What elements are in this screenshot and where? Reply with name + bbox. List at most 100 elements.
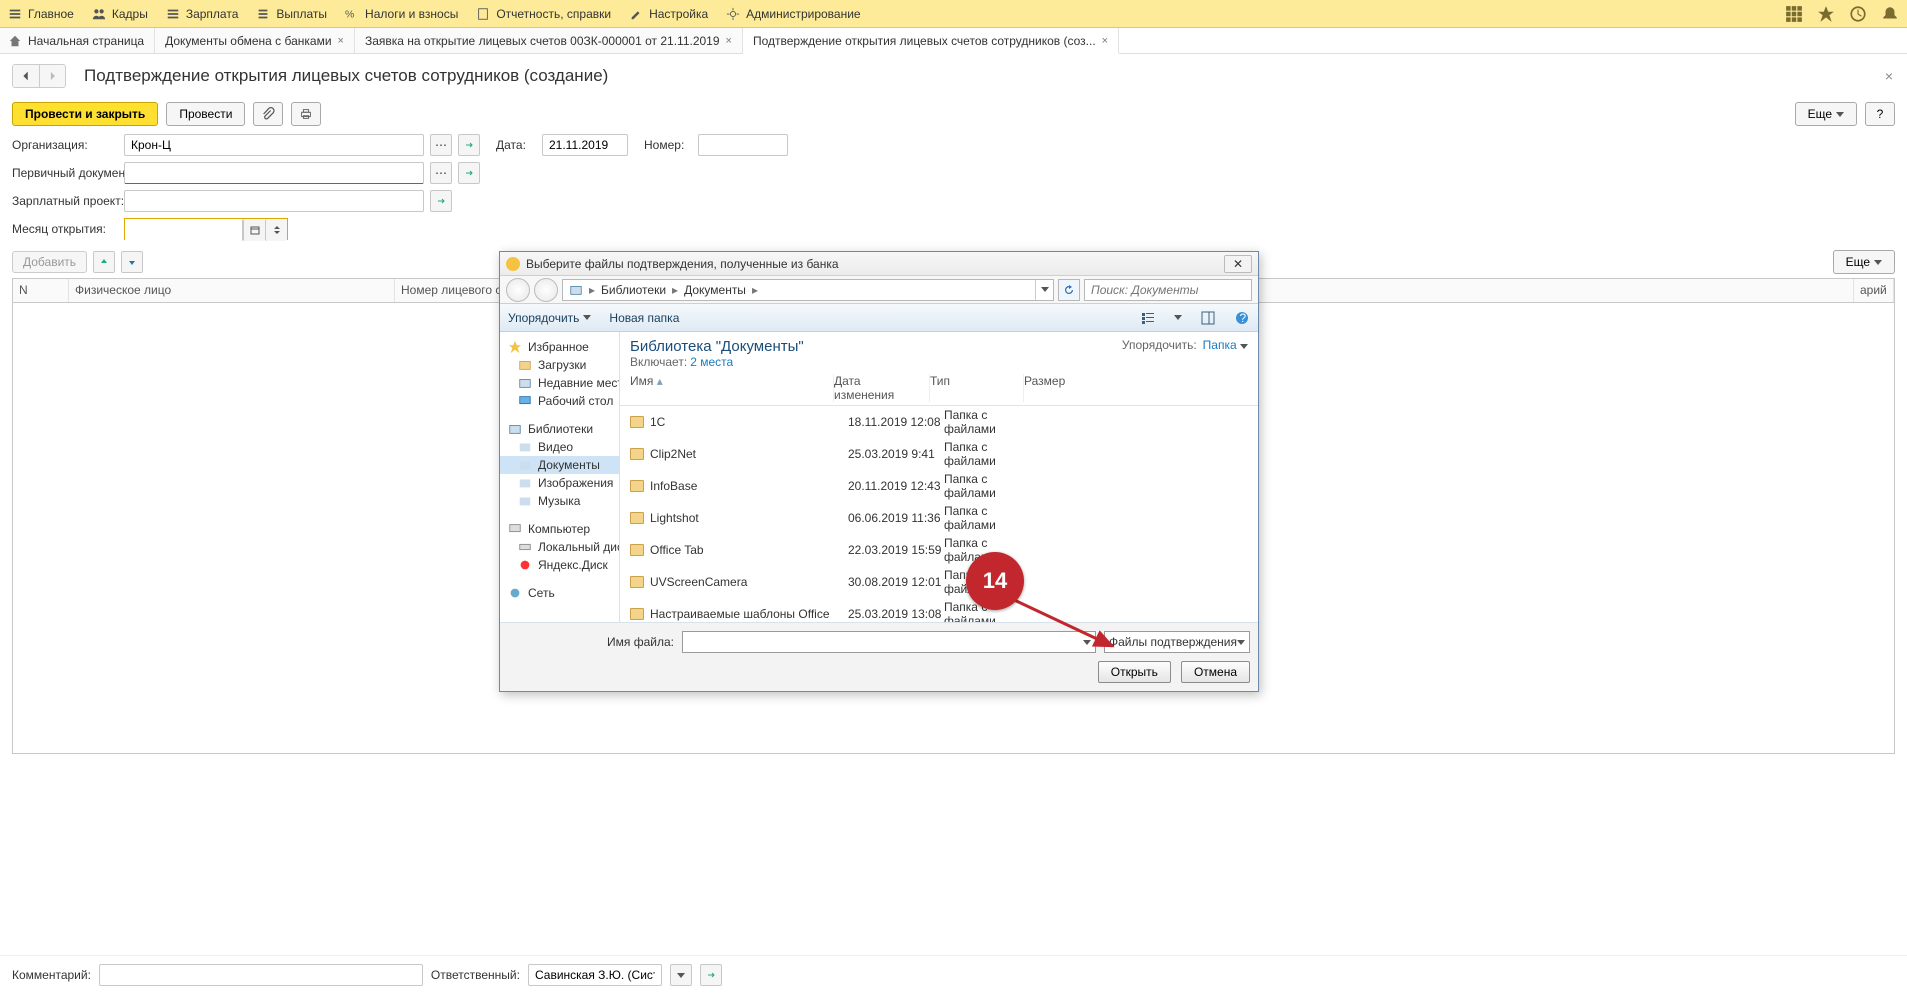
menu-taxes[interactable]: %Налоги и взносы (345, 7, 458, 21)
org-select-button[interactable]: ⋯ (430, 134, 452, 156)
tree-network[interactable]: Сеть (500, 584, 619, 602)
date-field[interactable] (542, 134, 628, 156)
locations-link[interactable]: 2 места (690, 355, 733, 369)
sort-mode[interactable]: Папка (1203, 338, 1248, 352)
month-label: Месяц открытия: (12, 222, 118, 236)
view-mode-icon[interactable] (1140, 310, 1156, 326)
tab-confirmation[interactable]: Подтверждение открытия лицевых счетов со… (743, 28, 1119, 54)
primarydoc-field[interactable] (124, 162, 424, 184)
project-field[interactable] (124, 190, 424, 212)
file-list[interactable]: 1C18.11.2019 12:08Папка с файламиClip2Ne… (620, 406, 1258, 622)
month-field[interactable] (125, 219, 243, 241)
help-button[interactable]: ? (1865, 102, 1895, 126)
breadcrumb[interactable]: ▸ Библиотеки ▸ Документы ▸ (562, 279, 1054, 301)
tree-documents[interactable]: Документы (500, 456, 619, 474)
bell-icon[interactable] (1881, 5, 1899, 23)
star-icon[interactable] (1817, 5, 1835, 23)
file-list-header[interactable]: Имя ▴ Дата изменения Тип Размер (620, 371, 1258, 406)
comment-label: Комментарий: (12, 968, 91, 982)
comment-field[interactable] (99, 964, 423, 986)
nav-fwd-button[interactable] (39, 65, 65, 87)
page-close-icon[interactable]: × (1885, 68, 1893, 84)
col-type[interactable]: Тип (930, 374, 1024, 402)
refresh-button[interactable] (1058, 279, 1080, 301)
dialog-help-icon[interactable]: ? (1234, 310, 1250, 326)
apps-icon[interactable] (1785, 5, 1803, 23)
dialog-close-button[interactable]: ✕ (1224, 255, 1252, 273)
project-open-button[interactable] (430, 190, 452, 212)
print-button[interactable] (291, 102, 321, 126)
menu-personnel[interactable]: Кадры (92, 7, 148, 21)
responsible-open-button[interactable] (700, 964, 722, 986)
primarydoc-select-button[interactable]: ⋯ (430, 162, 452, 184)
menu-settings[interactable]: Настройка (629, 7, 708, 21)
post-button[interactable]: Провести (166, 102, 245, 126)
open-button[interactable]: Открыть (1098, 661, 1171, 683)
col-name[interactable]: Имя ▴ (630, 374, 834, 402)
file-row[interactable]: Lightshot06.06.2019 11:36Папка с файлами (620, 502, 1258, 534)
filename-field[interactable] (682, 631, 1096, 653)
menu-payouts[interactable]: Выплаты (256, 7, 327, 21)
menu-burger[interactable]: Главное (8, 7, 74, 21)
file-row[interactable]: Office Tab22.03.2019 15:59Папка с файлам… (620, 534, 1258, 566)
tree-computer[interactable]: Компьютер (500, 520, 619, 538)
crumb-dropdown[interactable] (1035, 280, 1053, 300)
primarydoc-open-button[interactable] (458, 162, 480, 184)
file-row[interactable]: UVScreenCamera30.08.2019 12:01Папка с фа… (620, 566, 1258, 598)
col-comment-tail[interactable]: арий (1854, 279, 1894, 302)
tab-exchange-docs[interactable]: Документы обмена с банками× (155, 28, 355, 53)
close-icon[interactable]: × (726, 35, 732, 47)
tree-downloads[interactable]: Загрузки (500, 356, 619, 374)
tree-desktop[interactable]: Рабочий стол (500, 392, 619, 410)
tree-images[interactable]: Изображения (500, 474, 619, 492)
tree-libraries[interactable]: Библиотеки (500, 420, 619, 438)
menu-reports[interactable]: Отчетность, справки (476, 7, 611, 21)
move-down-button[interactable] (121, 251, 143, 273)
move-up-button[interactable] (93, 251, 115, 273)
filetype-filter[interactable]: Файлы подтверждения из бан (1104, 631, 1250, 653)
attach-button[interactable] (253, 102, 283, 126)
menu-main[interactable]: Главное (28, 7, 74, 21)
file-row[interactable]: Настраиваемые шаблоны Office25.03.2019 1… (620, 598, 1258, 622)
nav-back[interactable] (506, 278, 530, 302)
org-field[interactable] (124, 134, 424, 156)
organize-button[interactable]: Упорядочить (508, 311, 591, 325)
folder-tree[interactable]: Избранное Загрузки Недавние места Рабочи… (500, 332, 620, 622)
col-person[interactable]: Физическое лицо (69, 279, 395, 302)
preview-pane-icon[interactable] (1200, 310, 1216, 326)
month-spin-button[interactable] (265, 219, 287, 241)
col-date[interactable]: Дата изменения (834, 374, 930, 402)
number-field[interactable] (698, 134, 788, 156)
tree-recent[interactable]: Недавние места (500, 374, 619, 392)
history-icon[interactable] (1849, 5, 1867, 23)
post-and-close-button[interactable]: Провести и закрыть (12, 102, 158, 126)
tree-localdisk[interactable]: Локальный диск (C (500, 538, 619, 556)
col-n[interactable]: N (13, 279, 69, 302)
file-row[interactable]: 1C18.11.2019 12:08Папка с файлами (620, 406, 1258, 438)
nav-forward[interactable] (534, 278, 558, 302)
nav-back-button[interactable] (13, 65, 39, 87)
file-row[interactable]: Clip2Net25.03.2019 9:41Папка с файлами (620, 438, 1258, 470)
org-open-button[interactable] (458, 134, 480, 156)
file-row[interactable]: InfoBase20.11.2019 12:43Папка с файлами (620, 470, 1258, 502)
cancel-button[interactable]: Отмена (1181, 661, 1250, 683)
new-folder-button[interactable]: Новая папка (609, 311, 679, 325)
dialog-search[interactable] (1084, 279, 1252, 301)
dialog-titlebar[interactable]: Выберите файлы подтверждения, полученные… (500, 252, 1258, 276)
table-more-button[interactable]: Еще (1833, 250, 1895, 274)
close-icon[interactable]: × (1102, 35, 1108, 47)
responsible-field[interactable] (528, 964, 662, 986)
tree-music[interactable]: Музыка (500, 492, 619, 510)
tree-yandexdisk[interactable]: Яндекс.Диск (500, 556, 619, 574)
more-button[interactable]: Еще (1795, 102, 1857, 126)
menu-salary[interactable]: Зарплата (166, 7, 239, 21)
tree-video[interactable]: Видео (500, 438, 619, 456)
close-icon[interactable]: × (338, 35, 344, 47)
col-size[interactable]: Размер (1024, 374, 1248, 402)
tab-request[interactable]: Заявка на открытие лицевых счетов 00ЗК-0… (355, 28, 743, 53)
month-calendar-button[interactable] (243, 219, 265, 241)
tree-favorites[interactable]: Избранное (500, 338, 619, 356)
menu-admin[interactable]: Администрирование (726, 7, 860, 21)
tab-home[interactable]: Начальная страница (0, 28, 155, 53)
responsible-dropdown[interactable] (670, 964, 692, 986)
